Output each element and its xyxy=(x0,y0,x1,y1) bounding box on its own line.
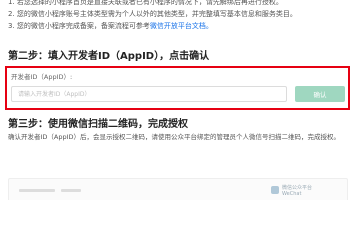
preview-placeholder-bar xyxy=(61,189,81,192)
step2-heading: 第二步：填入开发者ID（AppID），点击确认 xyxy=(8,51,210,62)
authorization-preview-image: 微信公众平台 WeChat xyxy=(8,178,348,200)
note-line-3: 3. 您的微信小程序完成备案，备案流程可参考微信开放平台文档。 xyxy=(8,20,348,32)
wechat-platform-logo: 微信公众平台 WeChat xyxy=(271,185,331,197)
page: 1. 若您选择的小程序首页是直接关联或者已有小程序的情况下，请先解绑后再进行授权… xyxy=(0,0,356,200)
appid-form-highlight: 开发者ID（AppID）: 确认 xyxy=(5,66,350,110)
step3-heading: 第三步：使用微信扫描二维码，完成授权 xyxy=(8,119,188,130)
logo-text-line-2: WeChat xyxy=(282,191,302,197)
preview-placeholder-bar xyxy=(19,189,55,192)
note-line-3-text: 3. 您的微信小程序完成备案，备案流程可参考 xyxy=(8,22,150,30)
appid-input[interactable] xyxy=(11,86,287,102)
appid-field-label: 开发者ID（AppID）: xyxy=(11,73,73,81)
step3-description: 确认开发者ID（AppID）后，会显示授权二维码，请使用公众平台绑定的管理员个人… xyxy=(8,133,341,141)
wechat-logo-icon xyxy=(271,186,279,194)
wechat-docs-link[interactable]: 微信开放平台文档。 xyxy=(150,22,213,30)
note-line-2: 2. 您的微信小程序账号主体类型需为个人以外的其他类型，并完整填写基本信息和服务… xyxy=(8,10,297,18)
requirements-notes: 1. 若您选择的小程序首页是直接关联或者已有小程序的情况下，请先解绑后再进行授权… xyxy=(8,0,348,32)
note-line-1: 1. 若您选择的小程序首页是直接关联或者已有小程序的情况下，请先解绑后再进行授权… xyxy=(8,0,283,6)
confirm-button[interactable]: 确认 xyxy=(295,86,345,102)
wechat-logo-text: 微信公众平台 WeChat xyxy=(282,185,312,197)
